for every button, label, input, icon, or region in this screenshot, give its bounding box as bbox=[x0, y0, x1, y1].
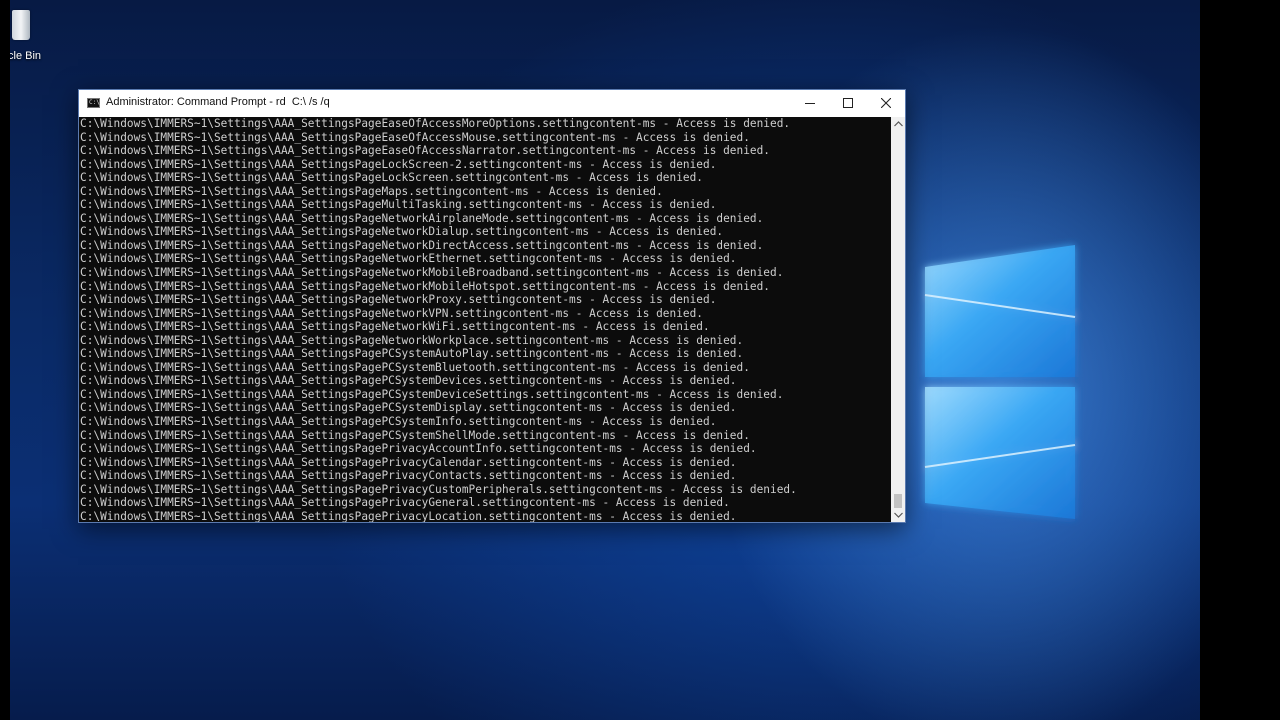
scroll-up-button[interactable] bbox=[891, 117, 905, 131]
console-line: C:\Windows\IMMERS~1\Settings\AAA_Setting… bbox=[80, 225, 724, 239]
console-line: C:\Windows\IMMERS~1\Settings\AAA_Setting… bbox=[80, 157, 717, 171]
close-icon bbox=[881, 98, 891, 108]
console-line: C:\Windows\IMMERS~1\Settings\AAA_Setting… bbox=[80, 455, 737, 469]
letterbox-left bbox=[0, 0, 10, 720]
window-title: Administrator: Command Prompt - rd C:\ /… bbox=[106, 96, 330, 108]
console-line: C:\Windows\IMMERS~1\Settings\AAA_Setting… bbox=[80, 117, 791, 130]
scroll-up-arrow-icon bbox=[893, 121, 903, 127]
scroll-down-button[interactable] bbox=[891, 508, 905, 522]
windows-logo-panes bbox=[924, 245, 1076, 519]
recycle-bin-icon bbox=[12, 10, 30, 40]
console-line: C:\Windows\IMMERS~1\Settings\AAA_Setting… bbox=[80, 387, 784, 401]
console-line: C:\Windows\IMMERS~1\Settings\AAA_Setting… bbox=[80, 401, 737, 415]
console-line: C:\Windows\IMMERS~1\Settings\AAA_Setting… bbox=[80, 509, 737, 522]
windows-logo-icon bbox=[924, 245, 1076, 519]
console-line: C:\Windows\IMMERS~1\Settings\AAA_Setting… bbox=[80, 496, 730, 510]
console-line: C:\Windows\IMMERS~1\Settings\AAA_Setting… bbox=[80, 279, 770, 293]
console-line: C:\Windows\IMMERS~1\Settings\AAA_Setting… bbox=[80, 238, 764, 252]
console-output[interactable]: C:\Windows\IMMERS~1\Settings\AAA_Setting… bbox=[79, 117, 891, 522]
console-line: C:\Windows\IMMERS~1\Settings\AAA_Setting… bbox=[80, 428, 750, 442]
console-line: C:\Windows\IMMERS~1\Settings\AAA_Setting… bbox=[80, 130, 750, 144]
console-line: C:\Windows\IMMERS~1\Settings\AAA_Setting… bbox=[80, 333, 744, 347]
command-prompt-window[interactable]: C:\ Administrator: Command Prompt - rd C… bbox=[78, 89, 906, 523]
scroll-down-arrow-icon bbox=[893, 512, 903, 518]
console-line: C:\Windows\IMMERS~1\Settings\AAA_Setting… bbox=[80, 442, 757, 456]
screen: cle Bin C:\ Administrator: Command Promp… bbox=[0, 0, 1280, 720]
maximize-button[interactable] bbox=[829, 90, 867, 116]
scrollbar-thumb[interactable] bbox=[894, 494, 902, 508]
minimize-icon bbox=[805, 102, 815, 104]
console-line: C:\Windows\IMMERS~1\Settings\AAA_Setting… bbox=[80, 266, 784, 280]
console-line: C:\Windows\IMMERS~1\Settings\AAA_Setting… bbox=[80, 360, 750, 374]
console-line: C:\Windows\IMMERS~1\Settings\AAA_Setting… bbox=[80, 144, 770, 158]
minimize-button[interactable] bbox=[791, 90, 829, 116]
console-line: C:\Windows\IMMERS~1\Settings\AAA_Setting… bbox=[80, 306, 704, 320]
console-line: C:\Windows\IMMERS~1\Settings\AAA_Setting… bbox=[80, 482, 797, 496]
command-prompt-icon: C:\ bbox=[87, 98, 100, 108]
console-line: C:\Windows\IMMERS~1\Settings\AAA_Setting… bbox=[80, 184, 663, 198]
console-line: C:\Windows\IMMERS~1\Settings\AAA_Setting… bbox=[80, 469, 737, 483]
close-button[interactable] bbox=[867, 90, 905, 116]
console-lines: C:\Windows\IMMERS~1\Settings\AAA_Setting… bbox=[80, 117, 797, 522]
console-line: C:\Windows\IMMERS~1\Settings\AAA_Setting… bbox=[80, 320, 710, 334]
maximize-icon bbox=[843, 98, 853, 108]
console-line: C:\Windows\IMMERS~1\Settings\AAA_Setting… bbox=[80, 211, 764, 225]
console-line: C:\Windows\IMMERS~1\Settings\AAA_Setting… bbox=[80, 171, 704, 185]
command-prompt-icon-text: C:\ bbox=[89, 99, 100, 106]
letterbox-right bbox=[1200, 0, 1280, 720]
recycle-bin-label: cle Bin bbox=[10, 50, 42, 62]
title-bar[interactable]: C:\ Administrator: Command Prompt - rd C… bbox=[79, 90, 905, 116]
console-line: C:\Windows\IMMERS~1\Settings\AAA_Setting… bbox=[80, 415, 717, 429]
console-line: C:\Windows\IMMERS~1\Settings\AAA_Setting… bbox=[80, 347, 744, 361]
console-line: C:\Windows\IMMERS~1\Settings\AAA_Setting… bbox=[80, 252, 737, 266]
vertical-scrollbar[interactable] bbox=[891, 117, 905, 522]
console-line: C:\Windows\IMMERS~1\Settings\AAA_Setting… bbox=[80, 374, 737, 388]
console-line: C:\Windows\IMMERS~1\Settings\AAA_Setting… bbox=[80, 293, 717, 307]
console-line: C:\Windows\IMMERS~1\Settings\AAA_Setting… bbox=[80, 198, 717, 212]
